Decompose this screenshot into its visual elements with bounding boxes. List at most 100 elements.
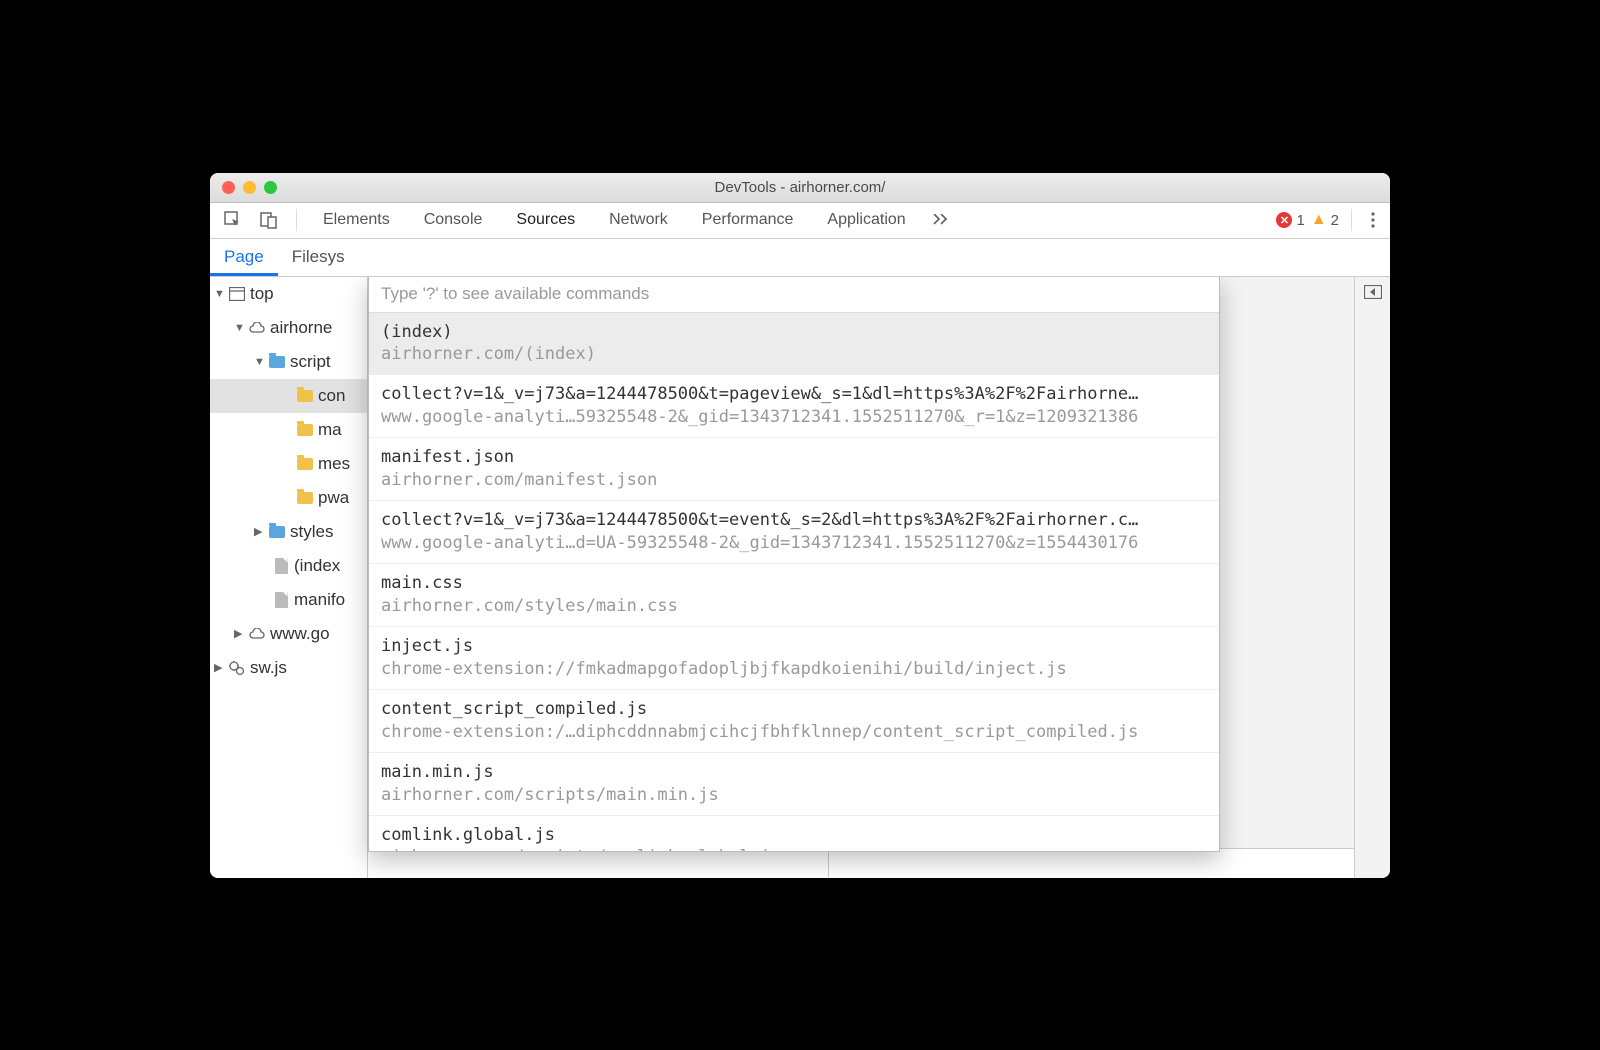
right-gutter xyxy=(1354,277,1390,878)
tree-label: ma xyxy=(318,420,342,440)
warning-icon: ▲ xyxy=(1311,211,1327,229)
tree-label: pwa xyxy=(318,488,349,508)
tree-label: styles xyxy=(290,522,333,542)
tree-label: script xyxy=(290,352,331,372)
caret-down-icon: ▼ xyxy=(234,322,244,334)
tree-label: sw.js xyxy=(250,658,287,678)
minimize-window-button[interactable] xyxy=(243,181,256,194)
kebab-menu-icon[interactable] xyxy=(1364,207,1382,233)
tree-folder-styles[interactable]: ▶ styles xyxy=(210,515,367,549)
subtab-filesystem[interactable]: Filesys xyxy=(278,239,359,276)
item-subtitle: www.google-analyti…59325548-2&_gid=13437… xyxy=(381,406,1207,429)
tree-service-worker[interactable]: ▶ sw.js xyxy=(210,651,367,685)
tree-folder-scripts[interactable]: ▼ script xyxy=(210,345,367,379)
item-subtitle: www.google-analyti…d=UA-59325548-2&_gid=… xyxy=(381,532,1207,555)
document-icon xyxy=(272,557,290,575)
command-menu-item[interactable]: collect?v=1&_v=j73&a=1244478500&t=pagevi… xyxy=(369,375,1219,438)
tree-label: manifo xyxy=(294,590,345,610)
item-subtitle: chrome-extension://fmkadmapgofadopljbjfk… xyxy=(381,658,1207,681)
caret-right-icon: ▶ xyxy=(254,525,264,538)
folder-icon xyxy=(296,489,314,507)
devtools-window: DevTools - airhorner.com/ Elements Conso… xyxy=(210,173,1390,878)
tree-label: www.go xyxy=(270,624,330,644)
warning-count[interactable]: ▲ 2 xyxy=(1311,211,1339,229)
sources-subtoolbar: Page Filesys xyxy=(210,239,1390,277)
content-area: ▼ top ▼ airhorne ▼ script con ma xyxy=(210,277,1390,878)
tree-domain[interactable]: ▼ airhorne xyxy=(210,311,367,345)
tree-top[interactable]: ▼ top xyxy=(210,277,367,311)
tab-application[interactable]: Application xyxy=(813,205,919,235)
tab-elements[interactable]: Elements xyxy=(309,205,404,235)
tree-label: top xyxy=(250,284,274,304)
command-menu-item[interactable]: collect?v=1&_v=j73&a=1244478500&t=event&… xyxy=(369,501,1219,564)
command-menu-input[interactable] xyxy=(369,277,1219,313)
item-title: comlink.global.js xyxy=(381,824,1207,847)
folder-icon xyxy=(296,421,314,439)
item-title: collect?v=1&_v=j73&a=1244478500&t=pagevi… xyxy=(381,383,1207,406)
cloud-icon xyxy=(248,625,266,643)
item-title: collect?v=1&_v=j73&a=1244478500&t=event&… xyxy=(381,509,1207,532)
item-title: manifest.json xyxy=(381,446,1207,469)
file-tree-sidebar: ▼ top ▼ airhorne ▼ script con ma xyxy=(210,277,368,878)
subtab-page[interactable]: Page xyxy=(210,239,278,276)
command-menu: (index) airhorner.com/(index) collect?v=… xyxy=(368,277,1220,852)
item-title: main.min.js xyxy=(381,761,1207,784)
maximize-window-button[interactable] xyxy=(264,181,277,194)
titlebar: DevTools - airhorner.com/ xyxy=(210,173,1390,203)
tree-label: airhorne xyxy=(270,318,332,338)
document-icon xyxy=(272,591,290,609)
separator xyxy=(1351,209,1352,231)
tree-file[interactable]: pwa xyxy=(210,481,367,515)
tree-label: con xyxy=(318,386,345,406)
frame-icon xyxy=(228,285,246,303)
warning-count-value: 2 xyxy=(1331,212,1339,229)
folder-icon xyxy=(296,387,314,405)
command-menu-list: (index) airhorner.com/(index) collect?v=… xyxy=(369,313,1219,852)
tab-console[interactable]: Console xyxy=(410,205,497,235)
tree-label: (index xyxy=(294,556,340,576)
tab-network[interactable]: Network xyxy=(595,205,682,235)
bottom-panel xyxy=(368,848,1354,878)
caret-down-icon: ▼ xyxy=(214,288,224,300)
window-title: DevTools - airhorner.com/ xyxy=(210,179,1390,196)
traffic-lights xyxy=(210,181,277,194)
item-title: (index) xyxy=(381,321,1207,344)
folder-icon xyxy=(268,523,286,541)
command-menu-item[interactable]: (index) airhorner.com/(index) xyxy=(369,313,1219,376)
collapse-panel-icon[interactable] xyxy=(1364,285,1382,299)
error-count-value: 1 xyxy=(1296,212,1304,229)
tab-sources[interactable]: Sources xyxy=(502,205,589,235)
item-subtitle: airhorner.com/scripts/comlink.global.js xyxy=(381,846,1207,851)
item-title: inject.js xyxy=(381,635,1207,658)
tree-file[interactable]: manifo xyxy=(210,583,367,617)
command-menu-item[interactable]: content_script_compiled.js chrome-extens… xyxy=(369,690,1219,753)
command-menu-item[interactable]: inject.js chrome-extension://fmkadmapgof… xyxy=(369,627,1219,690)
item-subtitle: chrome-extension:/…diphcddnnabmjcihcjfbh… xyxy=(381,721,1207,744)
command-menu-item[interactable]: main.min.js airhorner.com/scripts/main.m… xyxy=(369,753,1219,816)
gear-icon xyxy=(228,659,246,677)
tree-domain-other[interactable]: ▶ www.go xyxy=(210,617,367,651)
item-subtitle: airhorner.com/manifest.json xyxy=(381,469,1207,492)
item-subtitle: airhorner.com/styles/main.css xyxy=(381,595,1207,618)
separator xyxy=(296,209,297,231)
tab-performance[interactable]: Performance xyxy=(688,205,808,235)
caret-down-icon: ▼ xyxy=(254,356,264,368)
caret-right-icon: ▶ xyxy=(234,627,244,640)
tree-file[interactable]: ma xyxy=(210,413,367,447)
error-icon: ✕ xyxy=(1276,212,1292,228)
tree-file[interactable]: mes xyxy=(210,447,367,481)
error-count[interactable]: ✕ 1 xyxy=(1276,212,1304,229)
tree-file[interactable]: con xyxy=(210,379,367,413)
tree-file[interactable]: (index xyxy=(210,549,367,583)
item-title: content_script_compiled.js xyxy=(381,698,1207,721)
command-menu-item[interactable]: main.css airhorner.com/styles/main.css xyxy=(369,564,1219,627)
command-menu-item[interactable]: manifest.json airhorner.com/manifest.jso… xyxy=(369,438,1219,501)
more-tabs-icon[interactable] xyxy=(926,210,956,230)
close-window-button[interactable] xyxy=(222,181,235,194)
inspect-element-icon[interactable] xyxy=(218,207,248,233)
device-toolbar-icon[interactable] xyxy=(254,207,284,233)
item-subtitle: airhorner.com/(index) xyxy=(381,343,1207,366)
folder-icon xyxy=(296,455,314,473)
command-menu-item[interactable]: comlink.global.js airhorner.com/scripts/… xyxy=(369,816,1219,852)
caret-right-icon: ▶ xyxy=(214,661,224,674)
